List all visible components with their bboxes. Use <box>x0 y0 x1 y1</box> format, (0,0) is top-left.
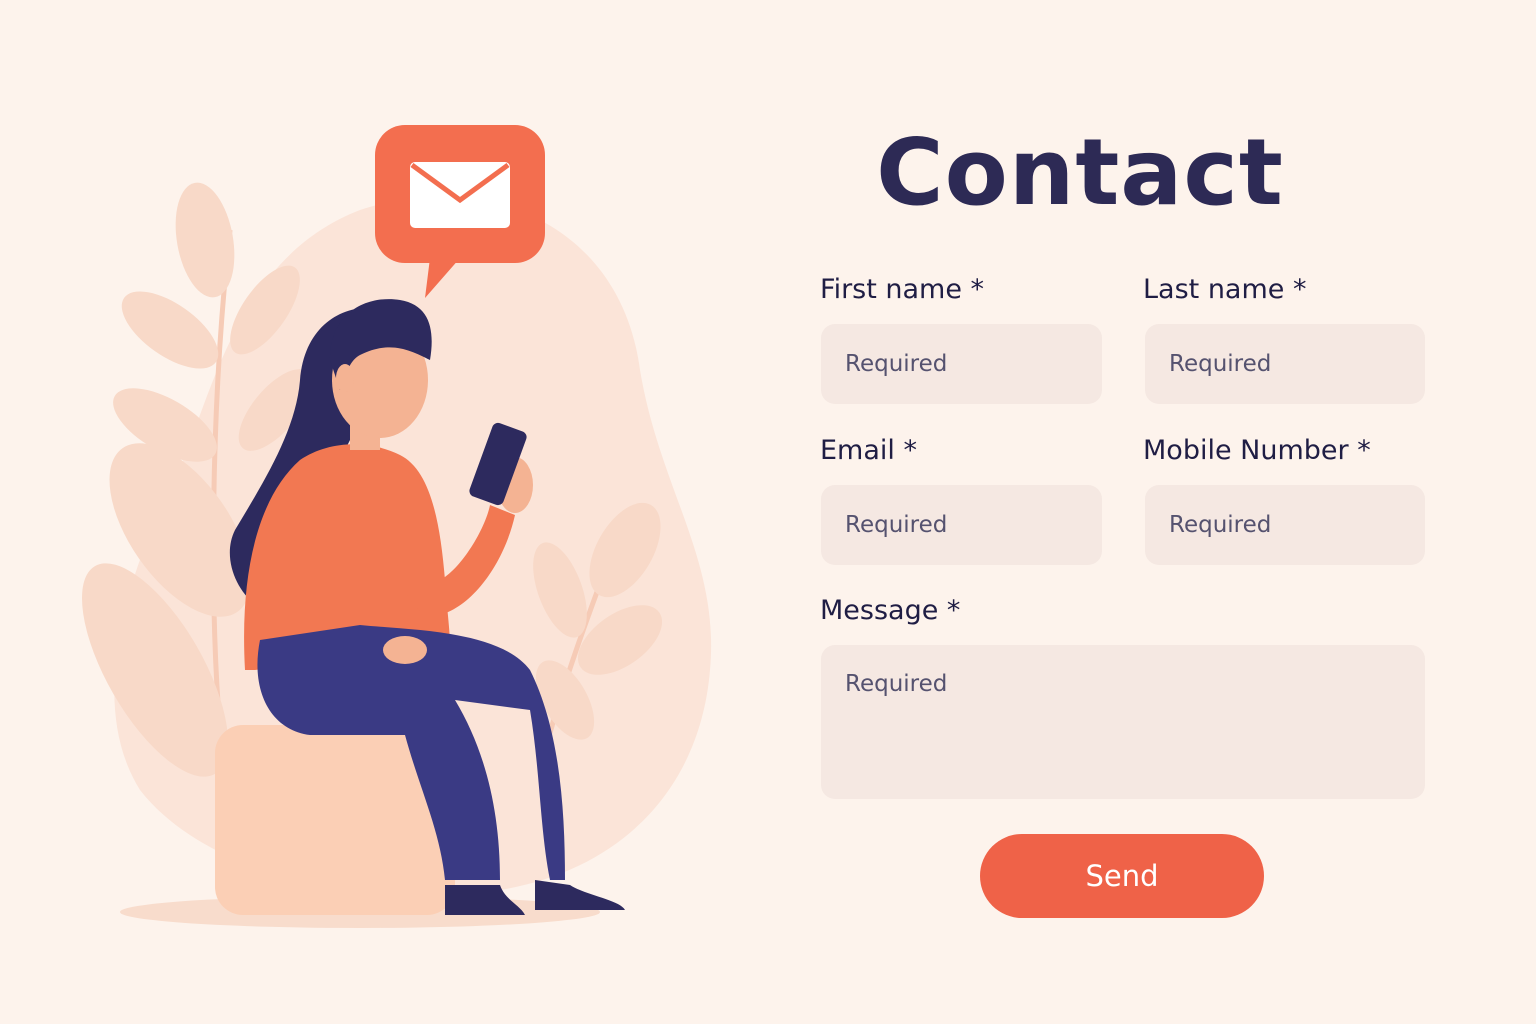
first-name-label: First name * <box>820 274 985 305</box>
last-name-label: Last name * <box>1143 274 1307 305</box>
shoe-right <box>535 880 625 910</box>
email-input[interactable] <box>821 485 1102 565</box>
contact-page: Contact First name * Last name * Email *… <box>0 0 1536 1024</box>
first-name-input[interactable] <box>821 324 1102 404</box>
mobile-number-label: Mobile Number * <box>1143 435 1371 466</box>
mobile-number-input[interactable] <box>1145 485 1425 565</box>
last-name-input[interactable] <box>1145 324 1425 404</box>
send-button[interactable]: Send <box>980 834 1264 918</box>
message-textarea[interactable] <box>821 645 1425 799</box>
woman-with-phone-illustration <box>60 110 740 950</box>
message-label: Message * <box>820 595 961 626</box>
email-label: Email * <box>820 435 917 466</box>
page-title: Contact <box>876 119 1284 226</box>
envelope-icon <box>410 162 510 228</box>
